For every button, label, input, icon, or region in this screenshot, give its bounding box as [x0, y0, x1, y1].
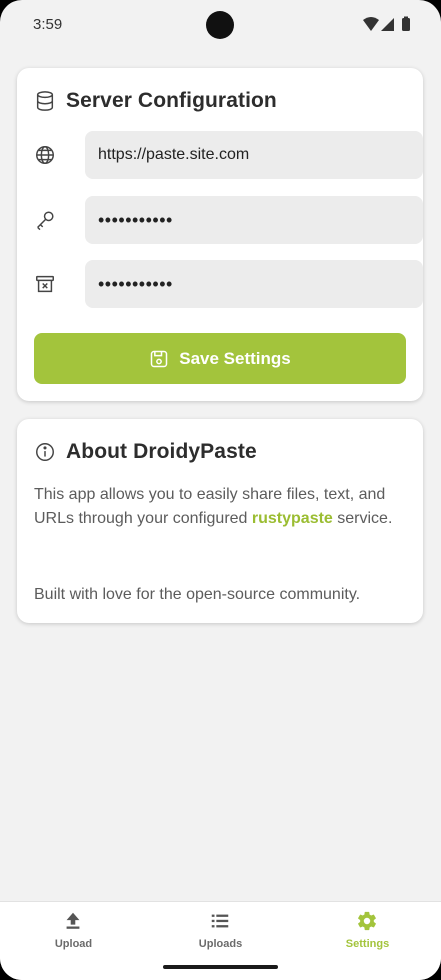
url-field-row — [34, 131, 423, 179]
signal-icon — [381, 18, 394, 31]
key-icon — [37, 211, 54, 231]
about-card: About DroidyPaste This app allows you to… — [17, 419, 423, 623]
globe-icon — [36, 146, 54, 164]
save-settings-button[interactable]: Save Settings — [34, 333, 406, 384]
info-icon — [36, 443, 54, 461]
server-config-header: Server Configuration — [34, 88, 277, 114]
gear-icon — [358, 911, 376, 931]
about-description: This app allows you to easily share file… — [34, 483, 404, 531]
about-title: About DroidyPaste — [66, 440, 257, 463]
auth-token-field-row — [34, 196, 423, 244]
server-url-input[interactable] — [85, 131, 423, 179]
delete-token-input[interactable] — [85, 260, 423, 308]
archive-delete-icon — [36, 275, 54, 293]
about-header: About DroidyPaste — [34, 439, 257, 465]
server-config-card: Server Configuration https://paste.site.… — [17, 68, 423, 401]
save-icon — [151, 350, 168, 367]
upload-icon — [66, 912, 80, 929]
camera-cutout — [206, 11, 234, 39]
rustypaste-link[interactable]: rustypaste — [252, 510, 333, 527]
status-icons — [363, 16, 410, 31]
save-settings-label: Save Settings — [179, 348, 291, 368]
home-gesture-handle[interactable] — [163, 965, 278, 969]
auth-token-input[interactable] — [85, 196, 423, 244]
status-time: 3:59 — [33, 16, 63, 33]
status-bar: 3:59 — [0, 0, 441, 52]
database-icon — [36, 91, 54, 111]
app-screen: 3:59 Server Configuration https://paste.… — [0, 0, 441, 980]
gesture-bar — [0, 961, 441, 980]
list-icon — [211, 914, 229, 928]
nav-uploads[interactable]: Uploads — [147, 902, 294, 962]
nav-upload[interactable]: Upload — [0, 902, 147, 962]
battery-icon — [402, 18, 410, 31]
nav-uploads-label: Uploads — [198, 938, 243, 950]
nav-upload-label: Upload — [54, 938, 93, 950]
about-footer: Built with love for the open-source comm… — [34, 586, 361, 603]
server-config-title: Server Configuration — [66, 89, 277, 112]
nav-settings[interactable]: Settings — [294, 902, 441, 962]
about-text-after: service. — [332, 510, 393, 527]
delete-token-field-row — [34, 260, 423, 308]
nav-settings-label: Settings — [345, 938, 390, 950]
wifi-icon — [363, 17, 379, 31]
bottom-navigation: Upload Uploads Settings — [0, 901, 441, 961]
